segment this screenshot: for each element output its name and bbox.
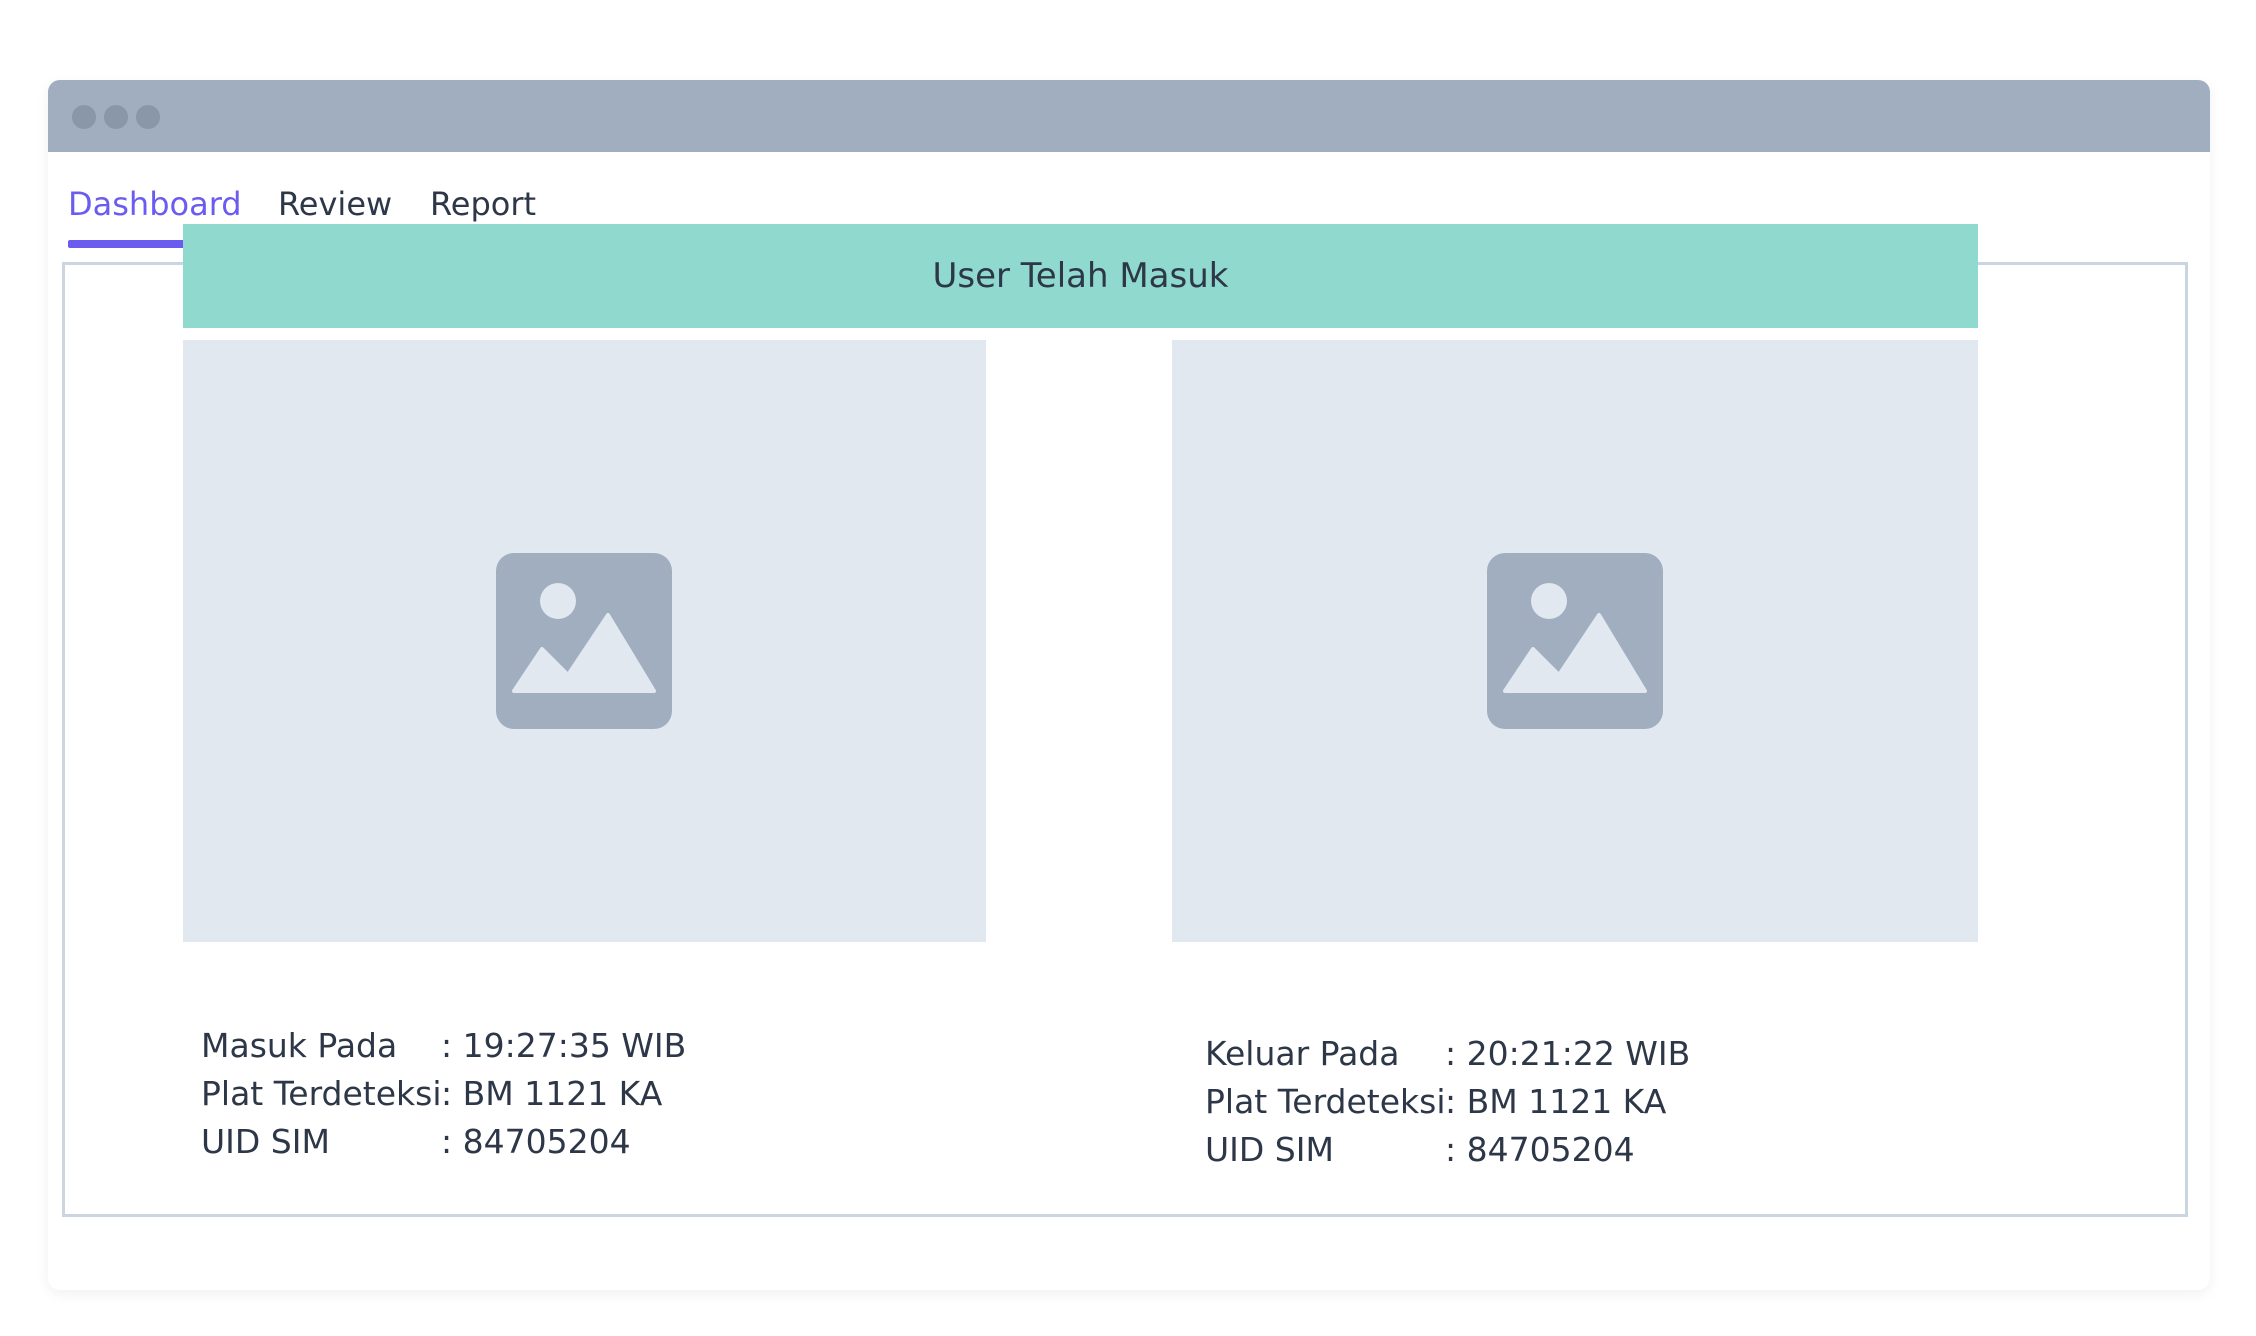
exit-plate-value: : BM 1121 KA [1445, 1082, 1667, 1121]
image-placeholder-icon [1487, 553, 1663, 729]
entry-plate-value: : BM 1121 KA [441, 1074, 663, 1113]
window-minimize-dot[interactable] [104, 105, 128, 129]
exit-time-value: : 20:21:22 WIB [1445, 1034, 1691, 1073]
image-placeholder-icon [496, 553, 672, 729]
window-titlebar [48, 80, 2210, 152]
entry-image-panel [183, 340, 986, 942]
status-banner: User Telah Masuk [183, 224, 1978, 328]
exit-uid-label: UID SIM [1205, 1130, 1334, 1169]
entry-time-label: Masuk Pada [201, 1026, 398, 1065]
exit-plate-label: Plat Terdeteksi [1205, 1082, 1446, 1121]
entry-plate-label: Plat Terdeteksi [201, 1074, 442, 1113]
entry-time-value: : 19:27:35 WIB [441, 1026, 687, 1065]
window-close-dot[interactable] [72, 105, 96, 129]
exit-time-label: Keluar Pada [1205, 1034, 1400, 1073]
window-maximize-dot[interactable] [136, 105, 160, 129]
entry-uid-label: UID SIM [201, 1122, 330, 1161]
entry-uid-value: : 84705204 [441, 1122, 631, 1161]
exit-image-panel [1172, 340, 1978, 942]
exit-uid-value: : 84705204 [1445, 1130, 1635, 1169]
